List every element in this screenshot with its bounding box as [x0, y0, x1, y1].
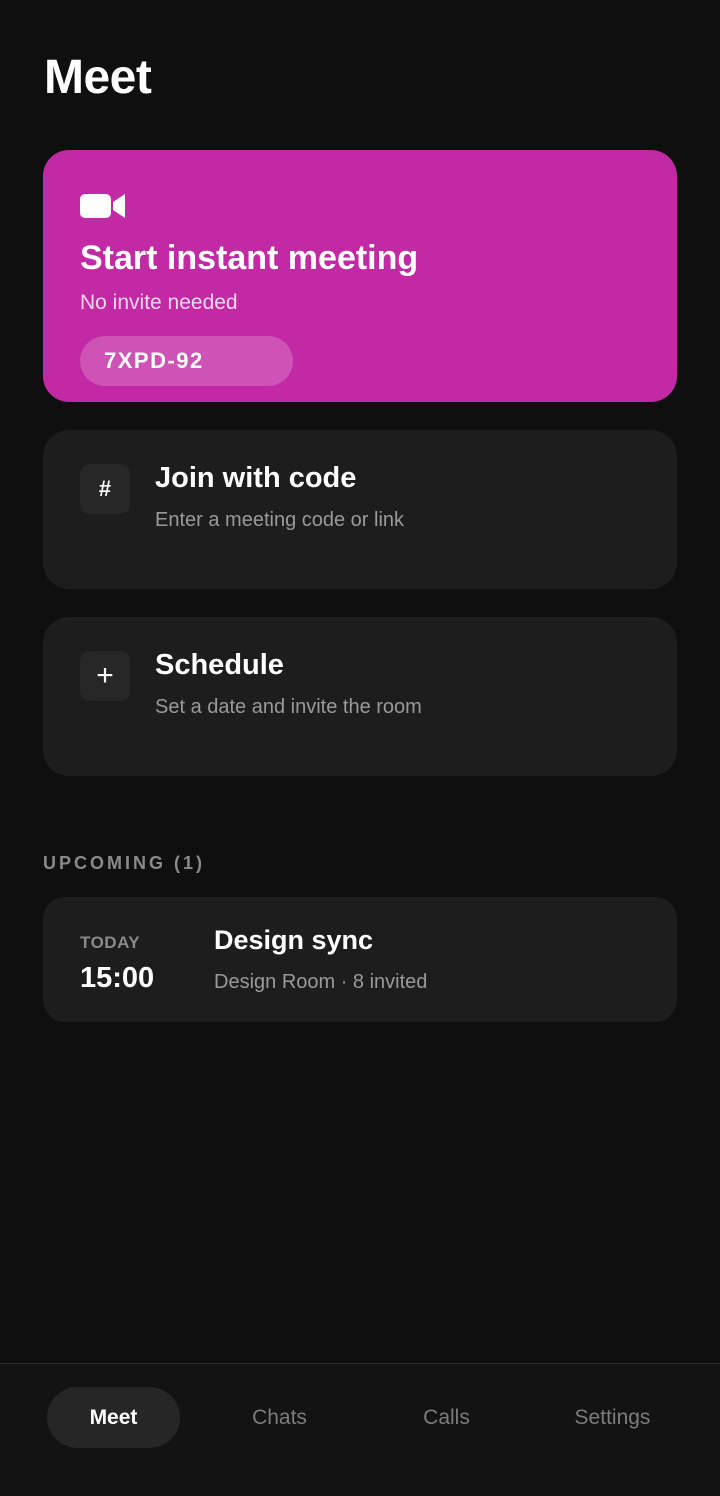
hash-icon: # — [80, 464, 130, 514]
start-instant-meeting-card[interactable]: Start instant meeting No invite needed 7… — [43, 150, 677, 402]
nav-tab-settings[interactable]: Settings — [546, 1387, 679, 1448]
nav-tab-calls[interactable]: Calls — [380, 1387, 513, 1448]
nav-tab-chats[interactable]: Chats — [213, 1387, 346, 1448]
join-subtitle: Enter a meeting code or link — [155, 509, 405, 531]
meet-screen: Meet Start instant meeting No invite nee… — [0, 0, 720, 1496]
plus-icon: + — [80, 651, 130, 701]
meeting-time: 15:00 — [80, 962, 155, 994]
meeting-code-pill[interactable]: 7XPD-92 — [80, 336, 293, 386]
meeting-title: Design sync — [214, 925, 374, 955]
meeting-meta: Design Room · 8 invited — [214, 971, 428, 993]
upcoming-meeting-item[interactable]: TODAY 15:00 Design sync Design Room · 8 … — [43, 897, 677, 1022]
page-title: Meet — [44, 51, 152, 104]
video-camera-icon — [80, 194, 125, 218]
instant-meeting-subtitle: No invite needed — [80, 291, 238, 314]
instant-meeting-title: Start instant meeting — [80, 239, 419, 277]
meeting-day: TODAY — [80, 933, 141, 952]
join-title: Join with code — [155, 462, 357, 494]
join-with-code-card[interactable]: # Join with code Enter a meeting code or… — [43, 430, 677, 589]
upcoming-section-label: UPCOMING (1) — [43, 853, 205, 873]
schedule-title: Schedule — [155, 649, 284, 681]
bottom-navigation: Meet Chats Calls Settings — [0, 1363, 720, 1496]
nav-tab-meet[interactable]: Meet — [47, 1387, 180, 1448]
schedule-subtitle: Set a date and invite the room — [155, 696, 422, 718]
schedule-card[interactable]: + Schedule Set a date and invite the roo… — [43, 617, 677, 776]
